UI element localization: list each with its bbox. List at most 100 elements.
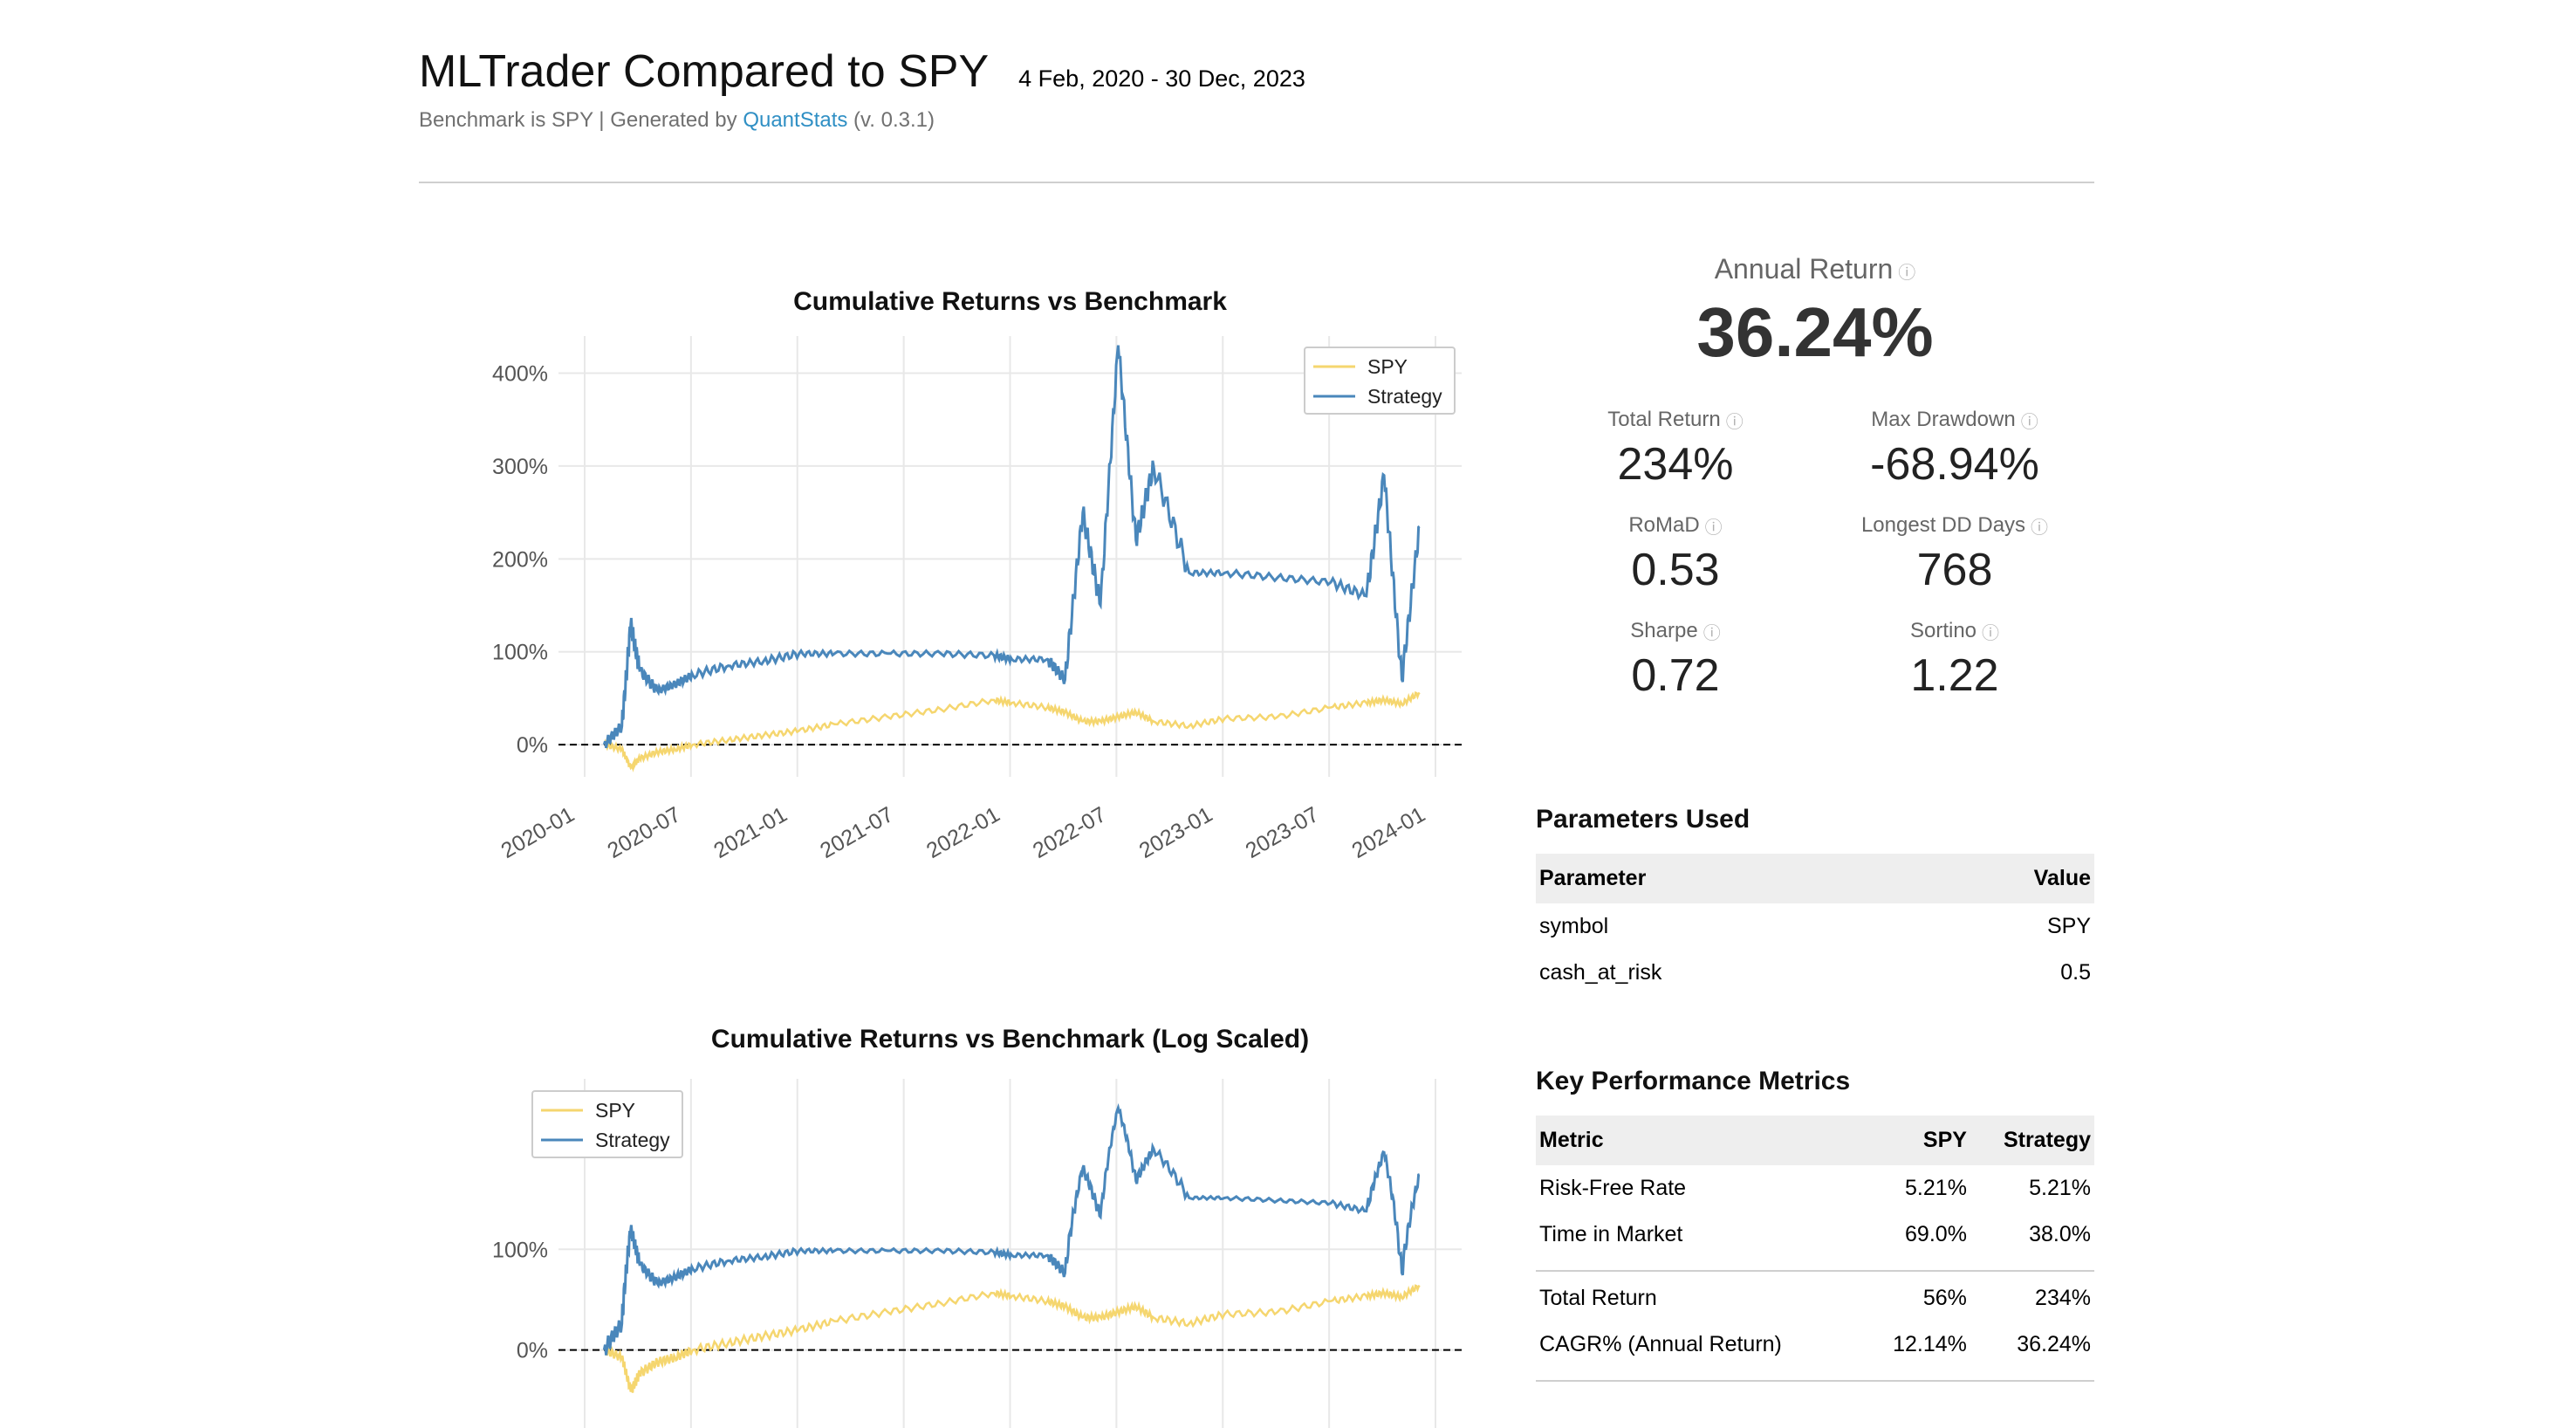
metric-strategy: 36.24% [2017, 1332, 2091, 1356]
series-line-spy [603, 691, 1421, 772]
param-name: cash_at_risk [1539, 960, 1662, 985]
table-separator [1536, 1258, 2094, 1275]
series-line-spy [603, 1284, 1421, 1393]
x-tick-label: 2021-07 [816, 802, 897, 863]
cumulative-returns-chart: Cumulative Returns vs Benchmark 2020-01 20… [419, 279, 1501, 947]
x-tick-label: 2024-01 [1348, 802, 1429, 863]
metric-spy: 69.0% [1905, 1222, 1967, 1246]
kpi-value: 1.22 [1910, 650, 1999, 702]
y-tick-label: 0% [517, 1339, 548, 1363]
annual-return-value: 36.24% [1696, 293, 1934, 371]
metric-strategy: 5.21% [2029, 1176, 2091, 1200]
kpi-grid: Total Return ⓘ 234% Max Drawdown ⓘ -68.94% RoM… [1536, 408, 2094, 702]
series-line-strategy [602, 345, 1421, 749]
report-page: MLTrader Compared to SPY 4 Feb, 2020 - 3… [0, 0, 2576, 1428]
kpi-total-return: Total Return ⓘ 234% [1536, 408, 1815, 491]
kpi-label: Total Return [1607, 408, 1721, 431]
x-tick-label: 2020-07 [603, 802, 684, 863]
x-tick-label: 2020-01 [497, 802, 579, 863]
x-tick-label: 2021-01 [709, 802, 791, 863]
info-icon[interactable]: ⓘ [1726, 413, 1744, 432]
kpi-value: 0.53 [1631, 545, 1720, 596]
annual-return-label: Annual Return [1714, 253, 1894, 285]
param-name: symbol [1539, 914, 1609, 938]
info-icon[interactable]: ⓘ [1705, 518, 1723, 538]
legend-label: Strategy [1367, 385, 1442, 408]
metric-spy: 56% [1922, 1286, 1967, 1310]
cumulative-returns-svg: Cumulative Returns vs Benchmark 2020-01 20… [492, 287, 1462, 863]
metric-name: Risk-Free Rate [1539, 1176, 1687, 1200]
y-tick-label: 200% [492, 547, 548, 572]
y-tick-label: 100% [492, 641, 548, 665]
subtitle: Benchmark is SPY | Generated by QuantSta… [419, 108, 2094, 133]
chart-title: Cumulative Returns vs Benchmark (Log Sca… [711, 1025, 1309, 1054]
kpi-label: Longest DD Days [1860, 513, 2026, 538]
kpi-sharpe: Sharpe ⓘ 0.72 [1536, 619, 1815, 702]
page-title: MLTrader Compared to SPY [419, 46, 990, 97]
param-value: SPY [2046, 914, 2091, 938]
table-row: symbol SPY [1536, 903, 2094, 950]
report-header: MLTrader Compared to SPY 4 Feb, 2020 - 3… [419, 45, 2094, 133]
quantstats-link[interactable]: QuantStats [743, 108, 847, 132]
header-divider [419, 182, 2094, 183]
param-header-value: Value [1909, 854, 2094, 903]
y-tick-label: 100% [492, 1238, 548, 1262]
metric-header-metric: Metric [1536, 1116, 1864, 1165]
x-tick-label: 2022-07 [1029, 802, 1110, 863]
date-range: 4 Feb, 2020 - 30 Dec, 2023 [1018, 65, 1305, 92]
series-line-strategy [602, 1102, 1421, 1356]
kpi-value: 768 [1916, 545, 1993, 596]
table-row: cash_at_risk 0.5 [1536, 950, 2094, 996]
y-tick-label: 300% [492, 455, 548, 479]
x-tick-label: 2023-07 [1242, 802, 1323, 863]
x-tick-label: 2022-01 [922, 802, 1004, 863]
metric-header-strategy: Strategy [1970, 1116, 2094, 1165]
metrics-title: Key Performance Metrics [1536, 1067, 1851, 1095]
x-tick-label: 2023-01 [1135, 802, 1216, 863]
kpi-label: Max Drawdown [1871, 408, 2016, 431]
metric-strategy: 234% [2035, 1286, 2091, 1310]
info-icon[interactable]: ⓘ [1982, 624, 1999, 643]
table-row: Time in Market 69.0% 38.0% [1536, 1212, 2094, 1258]
kpi-value: -68.94% [1870, 439, 2039, 491]
info-icon[interactable]: ⓘ [1703, 624, 1721, 643]
table-row: CAGR% (Annual Return) 12.14% 36.24% [1536, 1322, 2094, 1368]
legend-label: SPY [595, 1099, 635, 1122]
metric-header-spy: SPY [1863, 1116, 1970, 1165]
subtitle-suffix: (v. 0.3.1) [847, 108, 935, 132]
kpi-longest-dd-days: Longest DD Days ⓘ 768 [1815, 513, 2094, 596]
info-icon[interactable]: ⓘ [1898, 264, 1915, 283]
param-header-parameter: Parameter [1536, 854, 1910, 903]
kpi-label: RoMaD [1628, 513, 1700, 538]
annual-return-block: Annual Return ⓘ 36.24% [1536, 253, 2094, 373]
legend-label: Strategy [595, 1129, 670, 1151]
metric-name: Time in Market [1539, 1222, 1683, 1246]
y-tick-label: 0% [517, 733, 548, 758]
metric-spy: 12.14% [1893, 1332, 1967, 1356]
parameters-section: Parameters Used Parameter Value symbol S… [1536, 805, 2094, 996]
legend-label: SPY [1367, 355, 1408, 378]
metrics-table: Metric SPY Strategy Risk-Free Rate 5.21%… [1536, 1116, 2094, 1385]
log-returns-svg: Cumulative Returns vs Benchmark (Log Sca… [492, 1025, 1462, 1428]
kpi-label: Sharpe [1630, 619, 1698, 643]
log-returns-chart: Cumulative Returns vs Benchmark (Log Sca… [419, 1018, 1501, 1428]
table-row: Total Return 56% 234% [1536, 1275, 2094, 1322]
kpi-value: 0.72 [1631, 650, 1720, 702]
table-separator [1536, 1368, 2094, 1385]
metric-strategy: 38.0% [2029, 1222, 2091, 1246]
table-row: Risk-Free Rate 5.21% 5.21% [1536, 1165, 2094, 1212]
metric-name: Total Return [1539, 1286, 1657, 1310]
param-value: 0.5 [2060, 960, 2091, 985]
metrics-section: Key Performance Metrics Metric SPY Strat… [1536, 1067, 2094, 1385]
metric-spy: 5.21% [1905, 1176, 1967, 1200]
kpi-sortino: Sortino ⓘ 1.22 [1815, 619, 2094, 702]
parameters-table: Parameter Value symbol SPY cash_at_risk … [1536, 854, 2094, 996]
parameters-title: Parameters Used [1536, 805, 1750, 834]
summary-panel: Annual Return ⓘ 36.24% Total Return ⓘ 234% M… [1536, 253, 2094, 702]
kpi-value: 234% [1617, 439, 1734, 491]
kpi-label: Sortino [1909, 619, 1977, 643]
info-icon[interactable]: ⓘ [2021, 413, 2038, 432]
y-tick-label: 400% [492, 362, 548, 387]
kpi-max-drawdown: Max Drawdown ⓘ -68.94% [1815, 408, 2094, 491]
info-icon[interactable]: ⓘ [2031, 518, 2048, 538]
